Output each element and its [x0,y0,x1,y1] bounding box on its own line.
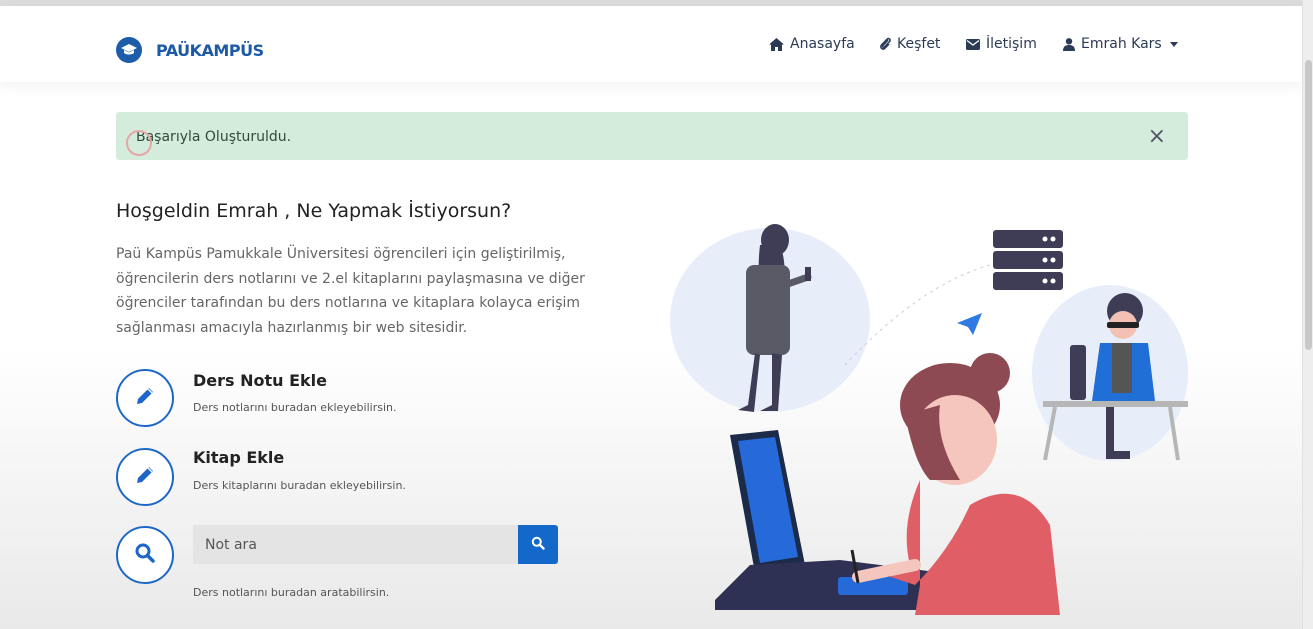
nav-explore[interactable]: Keşfet [879,36,940,52]
add-note-title[interactable]: Ders Notu Ekle [193,371,327,390]
search-circle-icon-button[interactable] [116,526,174,584]
add-note-button[interactable] [116,369,174,427]
close-icon[interactable]: × [1148,124,1166,149]
page-title: Hoşgeldin Emrah , Ne Yapmak İstiyorsun? [116,200,512,222]
pencil-icon [134,464,156,490]
brand[interactable]: PAÜKAMPÜS [116,37,264,63]
add-book-desc: Ders kitaplarını buradan ekleyebilirsin. [193,479,406,492]
caret-down-icon [1168,41,1178,47]
search-submit-button[interactable] [518,525,558,564]
alert-message: Başarıyla Oluşturuldu. [136,129,292,145]
mouse-cursor-highlight [126,130,152,156]
user-menu[interactable]: Emrah Kars [1063,36,1178,52]
nav-explore-label: Keşfet [897,36,941,52]
add-book-button[interactable] [116,448,174,506]
add-note-desc: Ders notlarını buradan ekleyebilirsin. [193,401,397,414]
students-illustration [670,224,1188,615]
success-alert: Başarıyla Oluşturuldu. × [116,112,1188,160]
search-desc: Ders notlarını buradan aratabilirsin. [193,586,390,599]
search-icon [531,535,545,554]
scrollbar-thumb[interactable] [1305,60,1312,350]
pencil-icon [134,385,156,411]
nav-contact-label: İletişim [986,36,1037,52]
brand-name: PAÜKAMPÜS [156,40,264,60]
user-name: Emrah Kars [1081,36,1162,52]
nav-contact[interactable]: İletişim [966,36,1037,52]
note-search-input[interactable] [193,525,518,564]
intro-text: Paü Kampüs Pamukkale Üniversitesi öğrenc… [116,246,585,336]
add-book-title[interactable]: Kitap Ekle [193,448,284,467]
navbar: PAÜKAMPÜS Anasayfa Keşfet İletişim Emrah… [0,6,1303,82]
page-scrollbar[interactable] [1302,0,1313,629]
paperclip-icon [879,37,891,51]
search-icon [134,542,156,568]
graduation-cap-icon [116,37,142,63]
envelope-icon [966,38,980,50]
nav-home-label: Anasayfa [790,36,855,52]
home-icon [769,37,784,51]
user-icon [1063,37,1075,51]
nav-home[interactable]: Anasayfa [769,36,855,52]
